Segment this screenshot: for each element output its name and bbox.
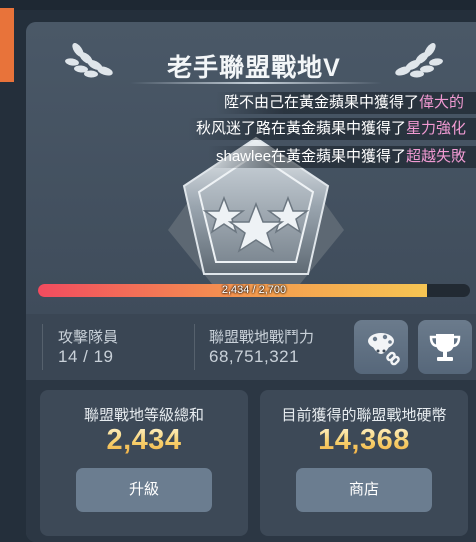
coin-card: 目前獲得的聯盟戰地硬幣 14,368 商店 (260, 390, 468, 536)
feed-item: shawlee在黃金蘋果中獲得了超越失敗 (208, 146, 476, 168)
coin-label: 目前獲得的聯盟戰地硬幣 (281, 407, 447, 424)
progress-text: 2,434 / 2,700 (221, 284, 287, 296)
side-tab[interactable] (0, 8, 14, 82)
stats-row: 攻擊隊員 14 / 19 聯盟戰地戰鬥力 68,751,321 (26, 314, 476, 380)
legion-panel: 老手聯盟戰地V 陞不由己在黃金蘋果中獲得了偉大的 秋风迷了路在黃金蘋果中獲得了星… (26, 22, 476, 542)
laurel-left-icon (65, 43, 113, 78)
members-label: 攻擊隊員 (58, 329, 119, 346)
top-strip (0, 0, 476, 10)
feed-item: 陞不由己在黃金蘋果中獲得了偉大的 (216, 92, 476, 114)
rank-header: 老手聯盟戰地V 陞不由己在黃金蘋果中獲得了偉大的 秋风迷了路在黃金蘋果中獲得了星… (26, 22, 476, 314)
level-sum-label: 聯盟戰地等級總和 (83, 407, 204, 424)
feed-text: shawlee在黃金蘋果中獲得了 (216, 148, 407, 165)
character-link-icon (368, 333, 400, 366)
laurel-right-icon (395, 43, 443, 78)
feed-item-name: 偉大的 (419, 94, 465, 111)
character-link-button[interactable] (354, 320, 408, 374)
coin-value: 14,368 (260, 424, 468, 457)
power-value: 68,751,321 (209, 347, 300, 366)
members-value: 14 / 19 (58, 347, 114, 366)
title-underline (130, 82, 382, 84)
power-label: 聯盟戰地戰鬥力 (209, 329, 315, 346)
rank-progress-bar: 2,434 / 2,700 (38, 284, 470, 297)
level-sum-card: 聯盟戰地等級總和 2,434 升級 (40, 390, 248, 536)
level-up-button[interactable]: 升級 (76, 468, 212, 512)
divider (42, 324, 43, 370)
feed-item: 秋风迷了路在黃金蘋果中獲得了星力強化 (188, 118, 476, 140)
ranking-button[interactable] (418, 320, 472, 374)
level-sum-value: 2,434 (40, 424, 248, 457)
shop-button[interactable]: 商店 (296, 468, 432, 512)
rank-title: 老手聯盟戰地V (167, 54, 341, 82)
feed-text: 秋风迷了路在黃金蘋果中獲得了 (196, 120, 407, 137)
feed-item-name: 超越失敗 (406, 148, 467, 165)
trophy-icon (429, 334, 461, 361)
divider (194, 324, 195, 370)
feed-text: 陞不由己在黃金蘋果中獲得了 (224, 94, 420, 111)
feed-item-name: 星力強化 (406, 120, 467, 137)
